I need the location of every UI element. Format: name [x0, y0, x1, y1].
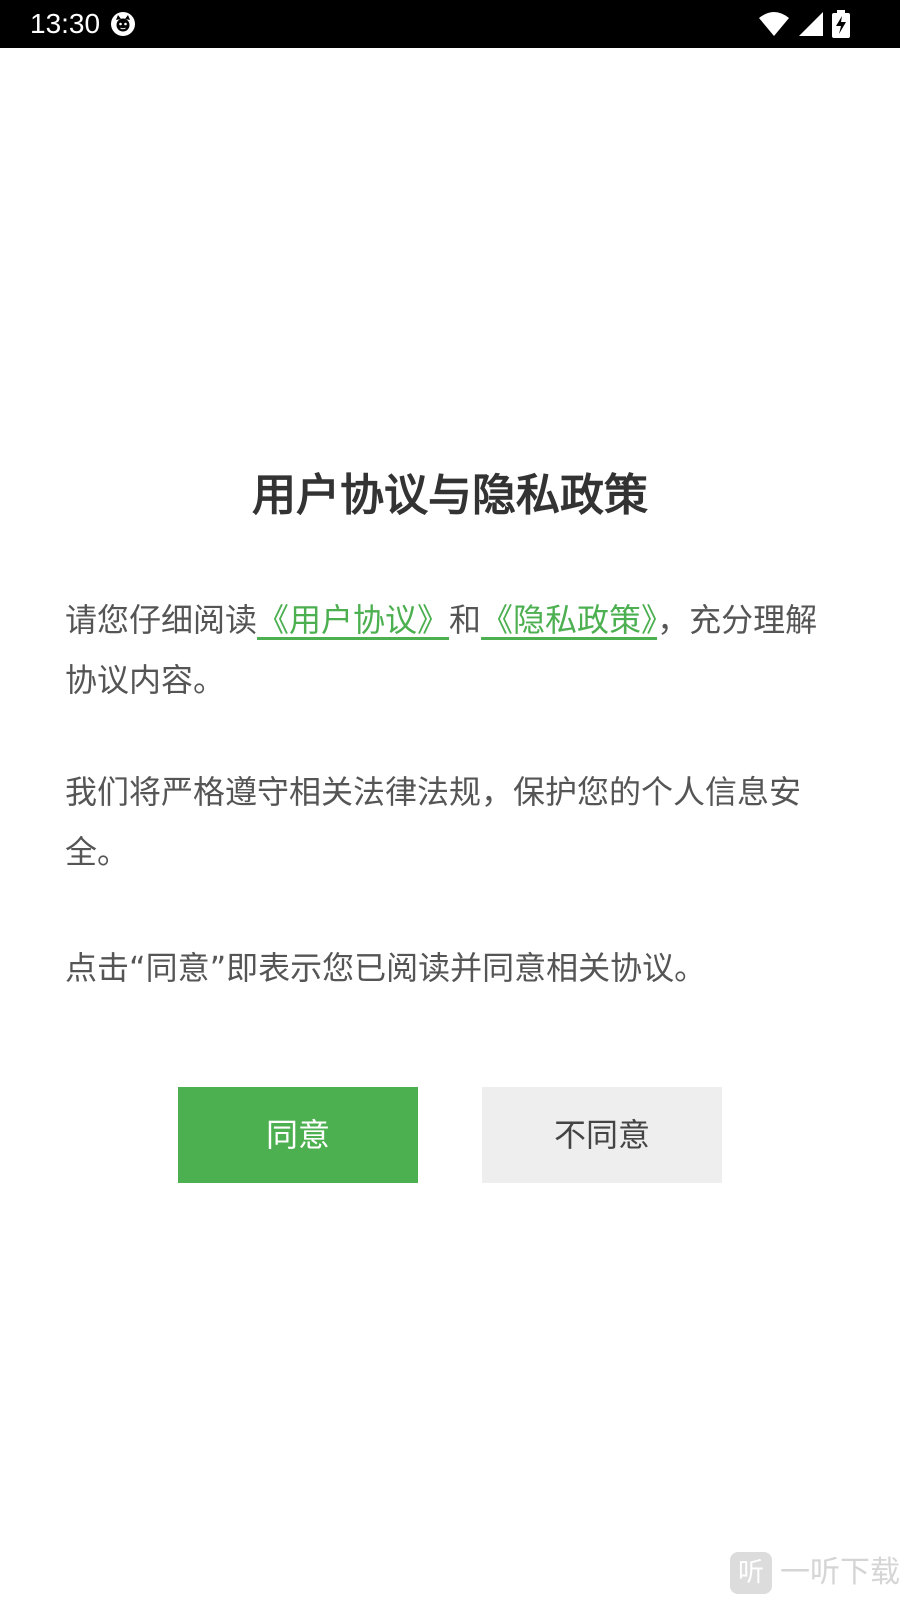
wifi-icon: [758, 10, 790, 38]
battery-charging-icon: [832, 10, 850, 38]
cat-app-icon: [110, 11, 136, 37]
status-bar: 13:30: [0, 0, 900, 48]
dialog-title: 用户协议与隐私政策: [252, 470, 648, 521]
agreement-prefix-text: 请您仔细阅读: [65, 601, 258, 639]
watermark-text: 一听下载: [780, 1555, 900, 1590]
and-text: 和: [449, 601, 482, 639]
privacy-commitment-paragraph: 我们将严格遵守相关法律法规，保护您的个人信息安全。: [65, 773, 802, 871]
disagree-button[interactable]: 不同意: [482, 1087, 722, 1183]
cellular-signal-icon: [798, 11, 824, 37]
watermark-logo-icon: 听: [730, 1552, 772, 1594]
privacy-policy-link[interactable]: 《隐私政策》: [481, 601, 657, 639]
status-time: 13:30: [30, 8, 101, 39]
user-agreement-link[interactable]: 《用户协议》: [257, 601, 449, 639]
agree-button[interactable]: 同意: [178, 1087, 418, 1183]
status-icons: [758, 8, 850, 40]
agreement-paragraph: 请您仔细阅读《用户协议》和《隐私政策》，充分理解协议内容。: [65, 590, 845, 710]
watermark: 听 一听下载: [730, 1552, 900, 1594]
consent-notice-paragraph: 点击“同意”即表示您已阅读并同意相关协议。: [65, 949, 707, 987]
